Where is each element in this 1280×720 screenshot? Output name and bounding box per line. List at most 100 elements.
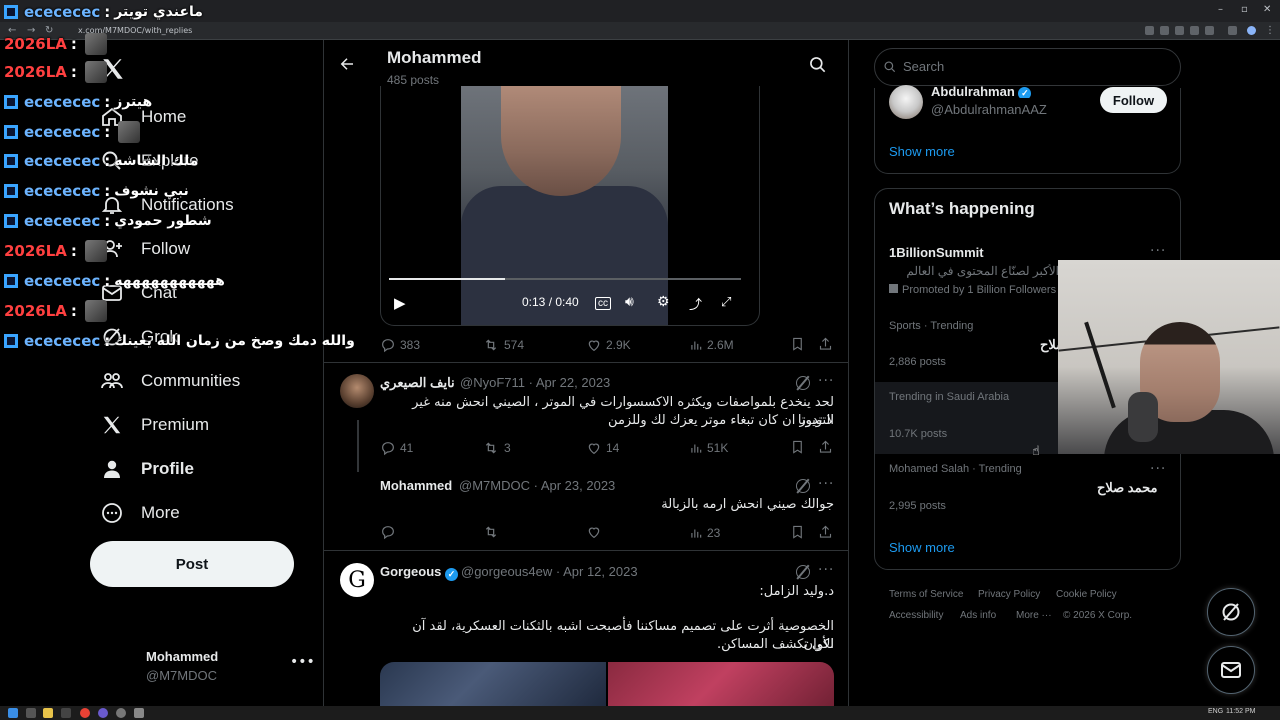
taskbar-clock[interactable]: 11:52 PM (1226, 708, 1255, 715)
like-action[interactable]: 2.9K (586, 336, 631, 354)
avatar[interactable]: G (340, 563, 374, 597)
chat-separator: : (104, 152, 111, 170)
footer-privacy[interactable]: Privacy Policy (978, 589, 1040, 600)
views-action[interactable]: 51K (689, 439, 728, 457)
trend-title[interactable]: 1BillionSummit (889, 245, 984, 260)
post-button[interactable]: Post (90, 541, 294, 587)
taskbar-app-icon[interactable] (134, 708, 144, 718)
more-options-icon[interactable]: ··· (818, 476, 834, 492)
bookmark-icon[interactable] (790, 336, 805, 352)
tweet-divider (324, 362, 848, 363)
account-name[interactable]: Mohammed (146, 649, 218, 664)
play-icon[interactable]: ▶ (394, 294, 406, 312)
avatar[interactable] (889, 85, 923, 119)
footer-more[interactable]: More ··· (1016, 610, 1052, 621)
views-action[interactable]: 2.6M (689, 336, 734, 354)
profile-avatar-icon[interactable] (1247, 26, 1256, 35)
footer-cookie[interactable]: Cookie Policy (1056, 589, 1117, 600)
sidebar-item-profile[interactable]: Profile (100, 451, 194, 487)
tweet-author-name[interactable]: نايف الصيعري (380, 375, 455, 391)
taskbar-app-icon[interactable] (43, 708, 53, 718)
footer-terms[interactable]: Terms of Service (889, 589, 963, 600)
tweet-author-name[interactable]: Mohammed (380, 478, 452, 493)
tweet-date[interactable]: · Apr 23, 2023 (534, 478, 616, 493)
popout-icon[interactable]: ⤴ (689, 294, 702, 313)
reply-icon[interactable] (380, 524, 396, 540)
profile-header-name: Mohammed (387, 48, 482, 67)
show-more-link[interactable]: Show more (889, 144, 955, 159)
sidebar-item-communities[interactable]: Communities (100, 363, 240, 399)
tweet-date[interactable]: · Apr 22, 2023 (529, 375, 611, 390)
taskbar-app-icon[interactable] (116, 708, 126, 718)
views-icon (691, 444, 702, 453)
trend-title[interactable]: محمد صلاح (1097, 480, 1158, 496)
settings-gear-icon[interactable]: ⚙ (657, 293, 670, 310)
repost-action[interactable]: 3 (482, 439, 511, 457)
extension-icon[interactable] (1145, 26, 1154, 35)
like-action[interactable]: 14 (586, 439, 619, 457)
footer-ads-info[interactable]: Ads info (960, 610, 996, 621)
show-more-link[interactable]: Show more (889, 540, 955, 555)
share-icon[interactable] (818, 524, 833, 540)
trend-more-icon[interactable]: ··· (1150, 461, 1166, 477)
taskbar-app-icon[interactable] (26, 708, 36, 718)
fullscreen-icon[interactable]: ⤢ (721, 294, 731, 310)
share-icon[interactable] (818, 439, 833, 455)
follow-button[interactable]: Follow (1100, 87, 1167, 113)
footer-accessibility[interactable]: Accessibility (889, 610, 943, 621)
trend-more-icon[interactable]: ··· (1150, 243, 1166, 259)
maximize-button[interactable]: ▫ (1241, 4, 1248, 15)
taskbar-app-icon[interactable] (61, 708, 71, 718)
taskbar-app-icon[interactable] (80, 708, 90, 718)
search-icon[interactable] (808, 55, 828, 79)
grok-icon[interactable] (796, 479, 810, 493)
extensions-icon[interactable] (1205, 26, 1214, 35)
start-icon[interactable] (8, 708, 18, 718)
grok-icon[interactable] (796, 565, 810, 579)
taskbar-language[interactable]: ENG (1208, 708, 1223, 715)
tweet-author-name[interactable]: Gorgeous ✓ (380, 564, 459, 581)
repost-icon (485, 442, 497, 454)
more-options-icon[interactable]: ··· (818, 562, 834, 578)
account-more-icon[interactable]: ••• (290, 654, 315, 670)
zoom-icon[interactable] (1160, 26, 1169, 35)
sidebar-item-follow[interactable]: Follow (100, 231, 190, 267)
sidebar-item-premium[interactable]: Premium (100, 407, 209, 443)
browser-menu-icon[interactable]: ⋮ (1265, 25, 1275, 36)
taskbar-app-icon[interactable] (98, 708, 108, 718)
messages-float-button[interactable] (1207, 646, 1255, 694)
bookmark-icon[interactable] (790, 439, 805, 455)
bookmark-icon[interactable] (790, 524, 805, 540)
video-player[interactable]: ▶ 0:13 / 0:40 cc 🔊︎ ⚙ ⤴ ⤢ (380, 86, 760, 326)
tweet-date[interactable]: · Apr 12, 2023 (556, 564, 638, 579)
grok-float-button[interactable] (1207, 588, 1255, 636)
tweet-author-handle[interactable]: @M7MDOC · Apr 23, 2023 (459, 478, 615, 493)
suggest-handle[interactable]: @AbdulrahmanAAZ (931, 102, 1047, 117)
sidebar-icon[interactable] (1228, 26, 1237, 35)
mouse-cursor-icon: ☝ (1032, 444, 1040, 459)
bookmark-star-icon[interactable] (1190, 26, 1199, 35)
avatar[interactable] (340, 374, 374, 408)
close-window-button[interactable]: ✕ (1263, 4, 1271, 15)
repost-icon[interactable] (482, 524, 500, 540)
share-icon[interactable] (1175, 26, 1184, 35)
reply-action[interactable]: 383 (380, 336, 420, 354)
account-handle[interactable]: @M7MDOC (146, 668, 217, 683)
video-progress-bar[interactable] (389, 278, 741, 280)
tweet-author-handle[interactable]: @NyoF711 · Apr 22, 2023 (460, 375, 610, 390)
captions-icon[interactable]: cc (595, 297, 611, 310)
chat-emote-icon (84, 61, 107, 83)
volume-icon[interactable]: 🔊︎ (625, 293, 634, 310)
minimize-button[interactable]: – (1218, 4, 1223, 15)
heart-icon[interactable] (586, 524, 602, 540)
suggest-name[interactable]: Abdulrahman ✓ (931, 84, 1032, 98)
back-arrow-icon[interactable] (338, 55, 356, 77)
grok-icon[interactable] (796, 376, 810, 390)
more-options-icon[interactable]: ··· (818, 373, 834, 389)
share-icon[interactable] (818, 336, 833, 352)
reply-action[interactable]: 41 (380, 439, 413, 457)
tweet-author-handle[interactable]: @gorgeous4ew · Apr 12, 2023 (461, 564, 638, 579)
repost-action[interactable]: 574 (482, 336, 524, 354)
sidebar-item-more[interactable]: More (100, 495, 180, 531)
views-action[interactable]: 23 (689, 524, 720, 542)
